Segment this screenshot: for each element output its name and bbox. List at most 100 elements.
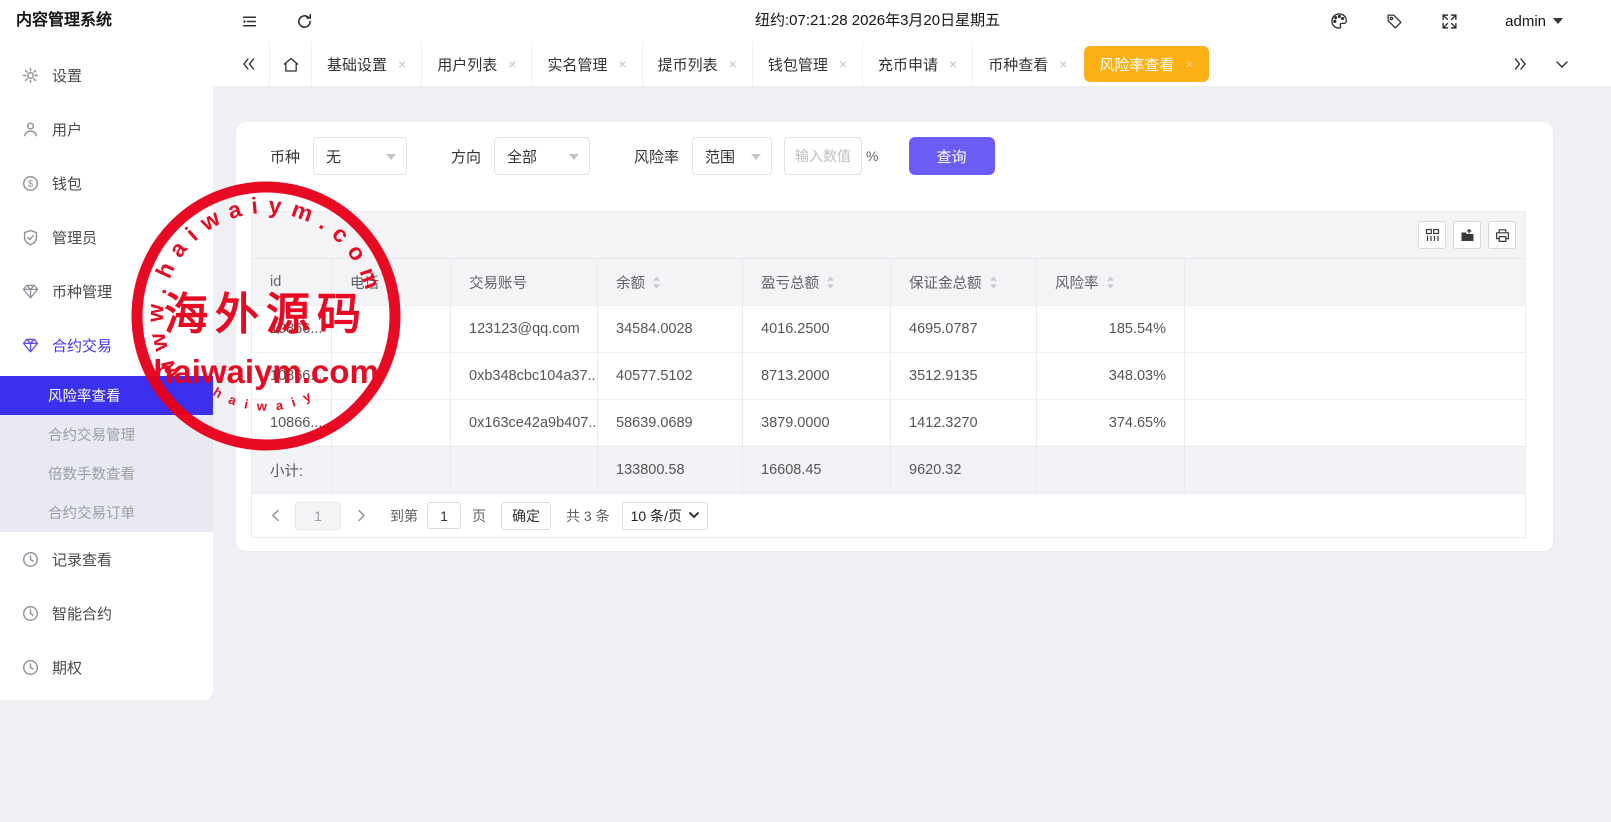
submenu-item-multiplier-lots-view[interactable]: 倍数手数查看 [0, 454, 213, 493]
cell-risk-rate: 374.65% [1037, 400, 1185, 446]
sidebar-item-options[interactable]: 期权 [0, 640, 213, 694]
goto-confirm-button[interactable]: 确定 [501, 502, 551, 530]
history-clock-icon [22, 659, 39, 676]
tab-user-list[interactable]: 用户列表 × [421, 42, 531, 86]
column-header-balance[interactable]: 余额 [598, 259, 743, 305]
user-menu[interactable]: admin [1505, 0, 1563, 42]
tag-icon[interactable] [1379, 0, 1409, 42]
sidebar-item-smart-contract[interactable]: 智能合约 [0, 586, 213, 640]
cell-id: 10866... [252, 353, 332, 399]
risk-mode-select[interactable]: 范围 [692, 137, 772, 175]
tab-label: 用户列表 [437, 54, 497, 75]
sidebar-item-admins[interactable]: 管理员 [0, 210, 213, 264]
cell-balance: 58639.0689 [598, 400, 743, 446]
tab-real-name-manage[interactable]: 实名管理 × [531, 42, 641, 86]
prev-page-icon[interactable] [260, 509, 290, 522]
table-row: 10866... 0x163ce42a9b407... 58639.0689 3… [252, 399, 1525, 446]
svg-text:$: $ [28, 178, 33, 188]
filter-bar: 币种 无 方向 全部 风险率 范围 % 查询 [270, 137, 995, 175]
tabs-scroll-left-icon[interactable] [227, 42, 269, 86]
sidebar-item-settings[interactable]: 设置 [0, 48, 213, 102]
column-header-risk-rate[interactable]: 风险率 [1037, 259, 1185, 305]
tab-basic-settings[interactable]: 基础设置 × [311, 42, 421, 86]
tab-close-icon[interactable]: × [618, 56, 626, 72]
cell-margin: 4695.0787 [891, 306, 1037, 352]
sidebar-item-users[interactable]: 用户 [0, 102, 213, 156]
print-button[interactable] [1488, 221, 1516, 249]
subtotal-empty [451, 447, 598, 493]
submenu-item-contract-trade-manage[interactable]: 合约交易管理 [0, 415, 213, 454]
chevron-down-icon [751, 154, 761, 165]
tab-close-icon[interactable]: × [1185, 56, 1193, 72]
tab-label: 提币列表 [658, 54, 718, 75]
history-clock-icon [22, 605, 39, 622]
tab-label: 基础设置 [327, 54, 387, 75]
chevron-down-icon [689, 512, 699, 519]
export-button[interactable] [1453, 221, 1481, 249]
tab-label: 钱包管理 [768, 54, 828, 75]
sidebar-item-wallet[interactable]: $ 钱包 [0, 156, 213, 210]
sidebar-item-contract-trading[interactable]: 合约交易 [0, 318, 213, 372]
risk-value-input[interactable] [784, 137, 862, 175]
chevron-down-icon [569, 154, 579, 165]
cell-filler [1185, 306, 1525, 352]
column-header-phone: 电话 [332, 259, 451, 305]
next-page-icon[interactable] [346, 509, 376, 522]
cell-phone [332, 400, 451, 446]
chevron-down-icon [386, 154, 396, 165]
page-number-button[interactable]: 1 [295, 502, 341, 530]
tab-close-icon[interactable]: × [398, 56, 406, 72]
tab-close-icon[interactable]: × [949, 56, 957, 72]
risk-rate-panel: 币种 无 方向 全部 风险率 范围 % 查询 [236, 122, 1553, 551]
tab-close-icon[interactable]: × [729, 56, 737, 72]
sidebar-item-label: 记录查看 [52, 549, 112, 570]
submenu-item-label: 合约交易管理 [48, 424, 135, 445]
submenu-item-contract-trade-orders[interactable]: 合约交易订单 [0, 493, 213, 532]
home-tab-icon[interactable] [269, 42, 311, 86]
submenu-item-label: 倍数手数查看 [48, 463, 135, 484]
tabs-scroll-right-icon[interactable] [1499, 42, 1541, 86]
fullscreen-icon[interactable] [1434, 0, 1464, 42]
tab-deposit-apply[interactable]: 充币申请 × [862, 42, 972, 86]
tab-label: 币种查看 [988, 54, 1048, 75]
top-bar: 内容管理系统 纽约:07:21:28 2026年3月20日星期五 admin [0, 0, 1611, 42]
currency-select-value: 无 [326, 146, 341, 167]
theme-palette-icon[interactable] [1324, 0, 1354, 42]
tab-withdraw-list[interactable]: 提币列表 × [642, 42, 752, 86]
subtotal-empty [1185, 447, 1525, 493]
tab-close-icon[interactable]: × [1059, 56, 1067, 72]
tab-coin-view[interactable]: 币种查看 × [972, 42, 1082, 86]
tab-close-icon[interactable]: × [839, 56, 847, 72]
username: admin [1505, 13, 1546, 30]
gem-icon [22, 283, 39, 300]
pagination-bar: 1 到第 页 确定 共 3 条 10 条/页 [252, 493, 1525, 537]
column-header-margin-total[interactable]: 保证金总额 [891, 259, 1037, 305]
subtotal-margin: 9620.32 [891, 447, 1037, 493]
subtotal-profit: 16608.45 [743, 447, 891, 493]
submenu-item-risk-rate-view[interactable]: 风险率查看 [0, 376, 213, 415]
column-header-profit-total[interactable]: 盈亏总额 [743, 259, 891, 305]
sidebar-item-records-view[interactable]: 记录查看 [0, 532, 213, 586]
contract-trading-submenu: 风险率查看 合约交易管理 倍数手数查看 合约交易订单 [0, 376, 213, 532]
table-row: 10866... 123123@qq.com 34584.0028 4016.2… [252, 305, 1525, 352]
goto-page-input[interactable] [427, 502, 461, 529]
sidebar-item-label: 合约交易 [52, 335, 112, 356]
tab-close-icon[interactable]: × [508, 56, 516, 72]
page-size-value: 10 条/页 [631, 506, 682, 526]
tabs-menu-chevron-icon[interactable] [1541, 42, 1583, 86]
total-count-label: 共 3 条 [566, 506, 610, 526]
refresh-icon[interactable] [289, 0, 319, 42]
tab-wallet-manage[interactable]: 钱包管理 × [752, 42, 862, 86]
sidebar-collapse-icon[interactable] [234, 0, 264, 42]
sidebar-item-coin-management[interactable]: 币种管理 [0, 264, 213, 318]
tab-risk-rate-view-active[interactable]: 风险率查看 × [1084, 46, 1208, 82]
cell-account: 0xb348cbc104a37... [451, 353, 598, 399]
page-size-select[interactable]: 10 条/页 [622, 502, 708, 530]
column-settings-button[interactable] [1418, 221, 1446, 249]
direction-select[interactable]: 全部 [494, 137, 590, 175]
submenu-item-label: 合约交易订单 [48, 502, 135, 523]
tab-label: 风险率查看 [1099, 54, 1174, 75]
currency-select[interactable]: 无 [313, 137, 407, 175]
cell-balance: 34584.0028 [598, 306, 743, 352]
search-button[interactable]: 查询 [909, 137, 995, 175]
